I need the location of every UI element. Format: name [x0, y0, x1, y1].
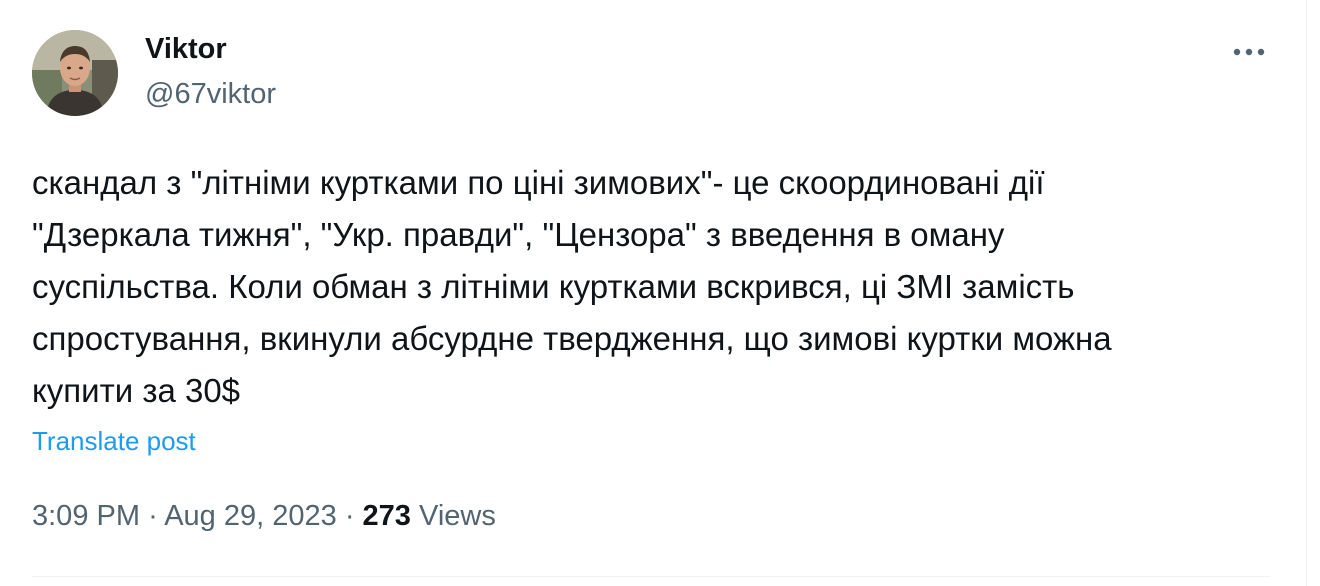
author-handle[interactable]: @67viktor [145, 78, 276, 111]
author-name[interactable]: Viktor [145, 33, 227, 66]
views-label: Views [419, 500, 496, 532]
avatar-photo [32, 30, 118, 116]
tweet-post: Viktor @67viktor скандал з "літніми курт… [0, 0, 1320, 586]
translate-post-link[interactable]: Translate post [32, 426, 196, 457]
views-count: 273 [362, 500, 411, 532]
post-text: скандал з "літніми куртками по ціні зимо… [32, 164, 1112, 409]
divider [32, 576, 1270, 577]
more-options-button[interactable] [1226, 32, 1272, 72]
more-horizontal-icon [1233, 48, 1265, 56]
meta-separator: · [148, 500, 158, 532]
meta-separator: · [344, 500, 355, 532]
post-time[interactable]: 3:09 PM [32, 500, 140, 532]
column-border [1306, 0, 1307, 586]
author-avatar[interactable] [32, 30, 118, 116]
post-metadata: 3:09 PM · Aug 29, 2023 · 273 Views [32, 500, 496, 533]
post-date[interactable]: Aug 29, 2023 [164, 500, 337, 532]
